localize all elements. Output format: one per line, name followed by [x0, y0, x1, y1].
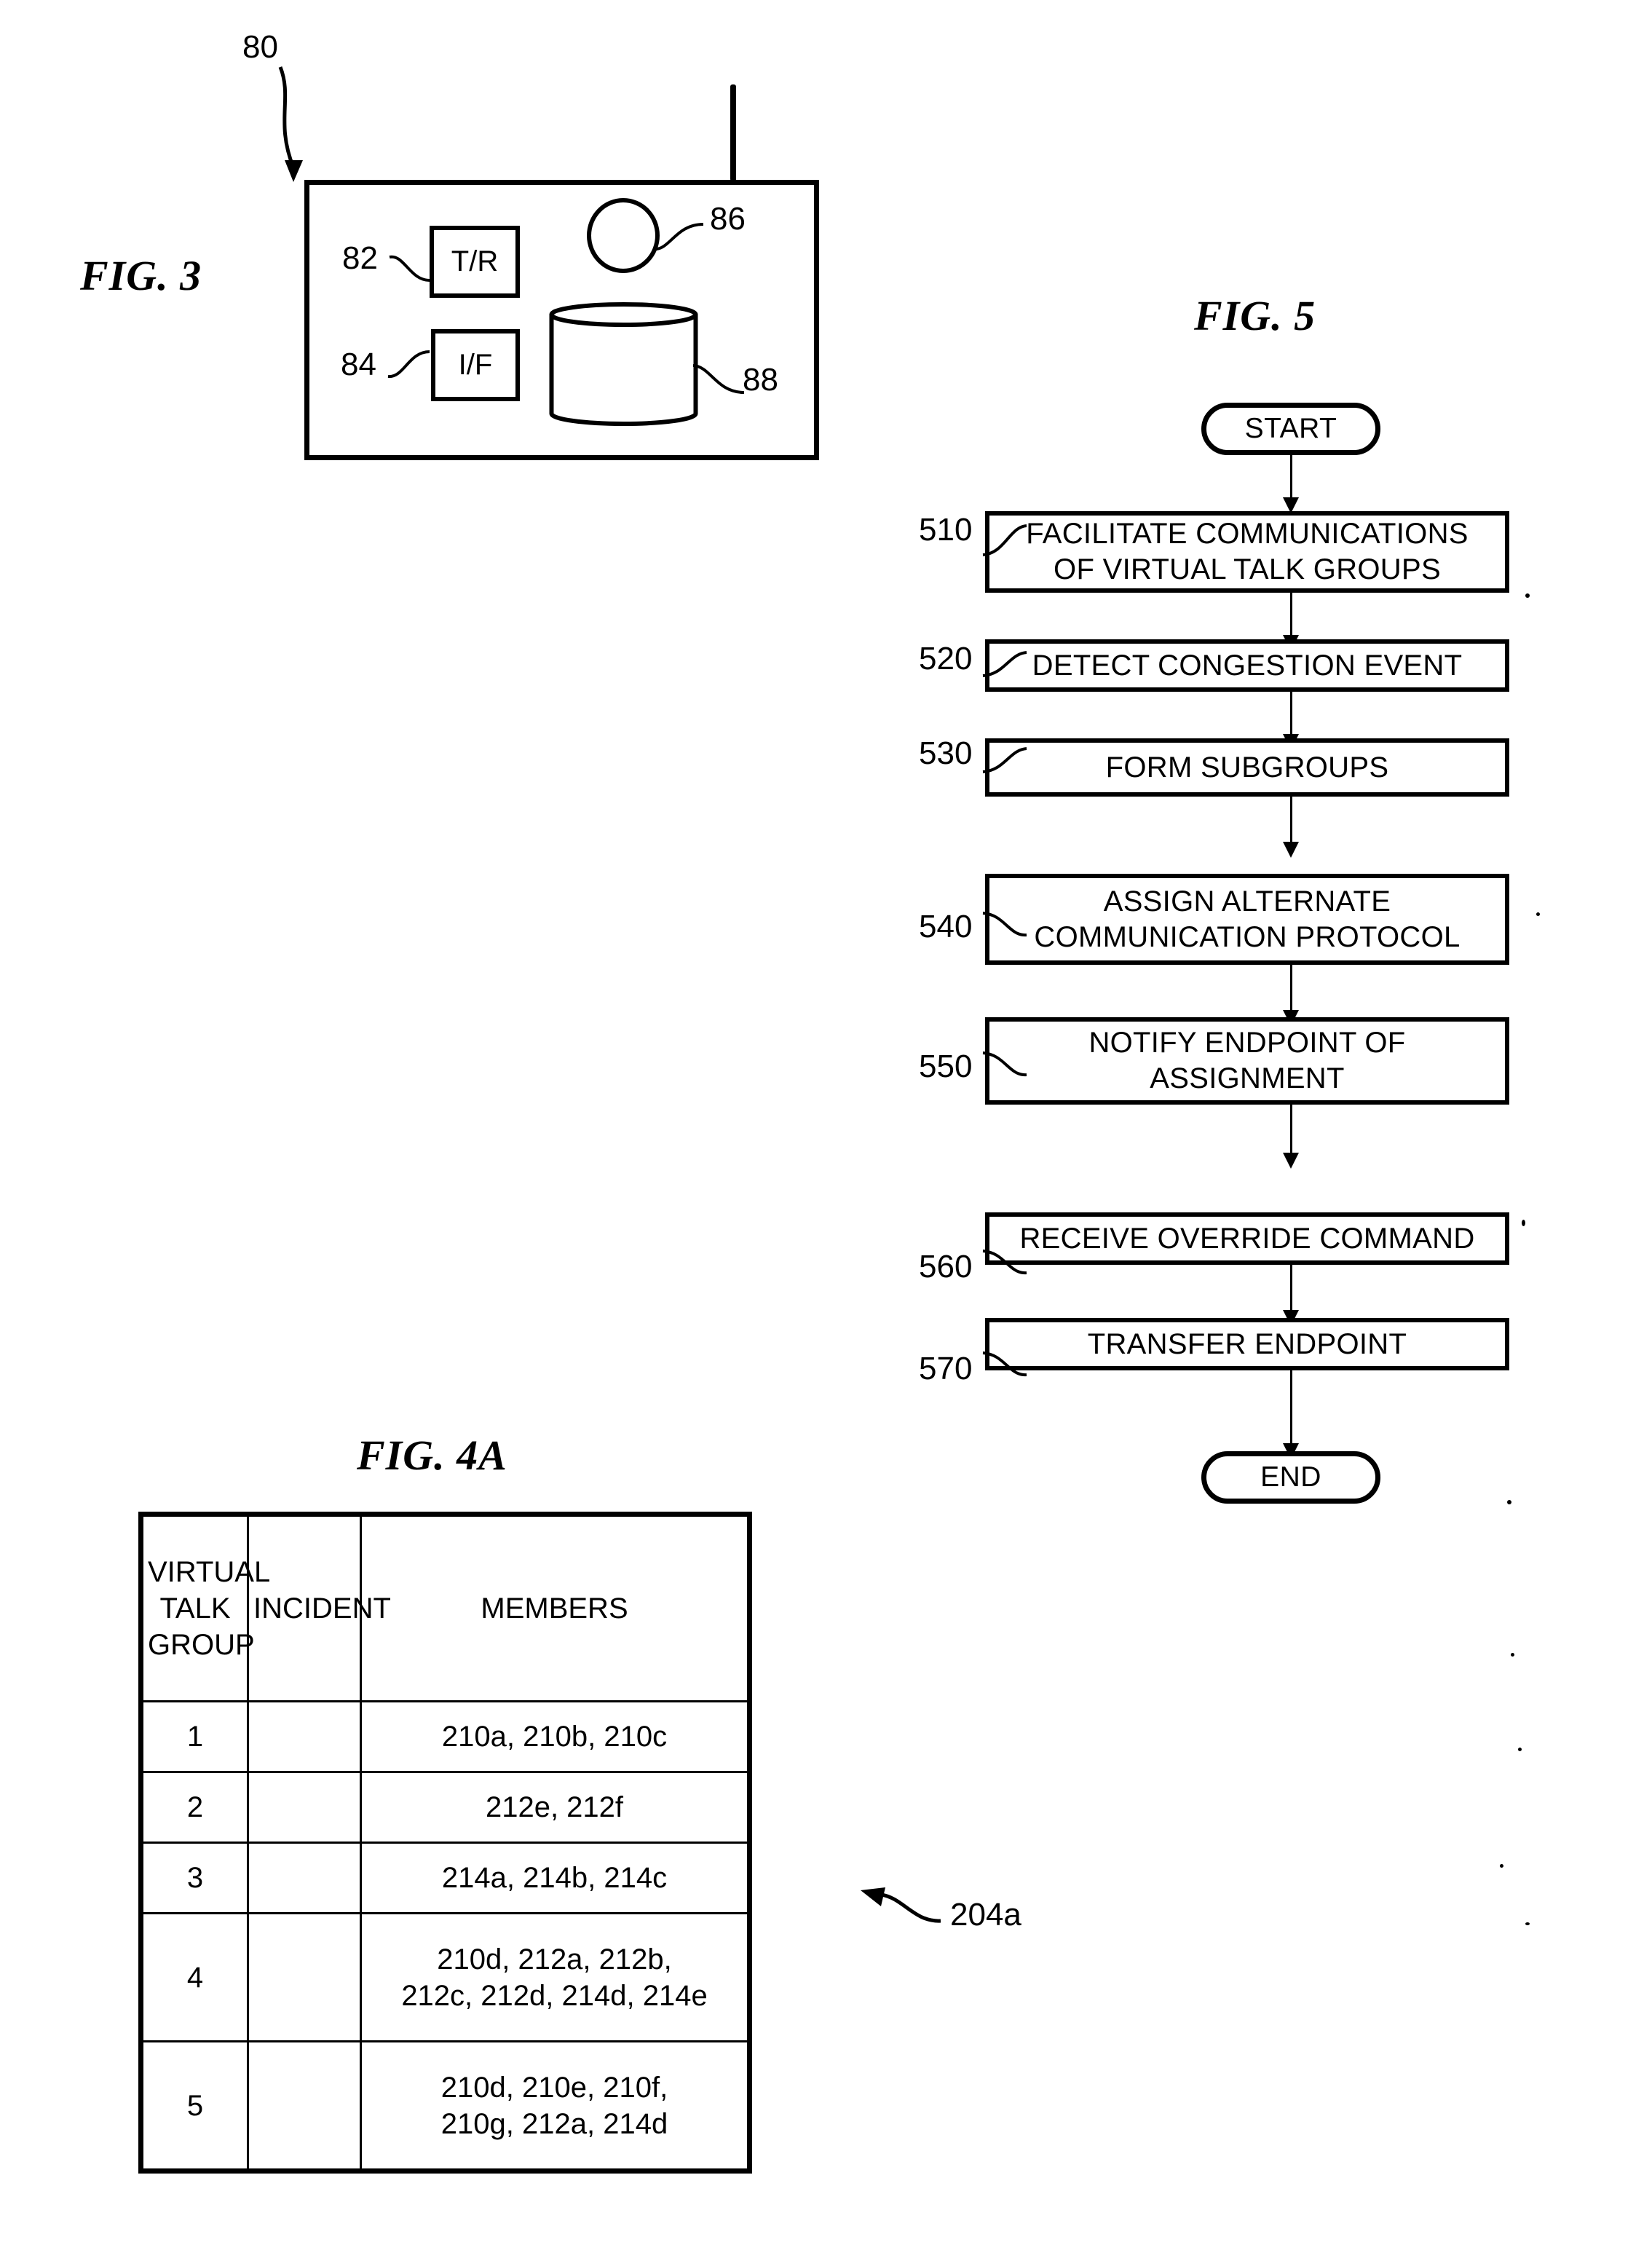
cell-members: 210d, 212a, 212b, 212c, 212d, 214d, 214e: [360, 1911, 747, 2043]
cell-group: 5: [143, 2040, 249, 2168]
patent-drawing-sheet: FIG. 3 80 T/R I/F 82 84 86 88 FIG. 5 STA…: [0, 0, 1652, 2250]
reference-numeral-204a: 204a: [950, 1897, 1021, 1933]
scan-speck: [1525, 1922, 1530, 1925]
flow-end-terminator: END: [1201, 1451, 1380, 1504]
flow-step-530: FORM SUBGROUPS: [985, 738, 1509, 797]
flow-step-550: NOTIFY ENDPOINT OF ASSIGNMENT: [985, 1017, 1509, 1105]
cell-incident: [247, 1700, 362, 1774]
interface-module-84: I/F: [431, 329, 520, 401]
leader-line-530: [982, 747, 1027, 773]
header-members: MEMBERS: [360, 1517, 747, 1703]
table-row: 4 210d, 212a, 212b, 212c, 212d, 214d, 21…: [143, 1911, 747, 2043]
cell-group: 4: [143, 1911, 249, 2043]
step-number-530: 530: [919, 735, 973, 771]
table-header-row: VIRTUAL TALK GROUP INCIDENT MEMBERS: [143, 1517, 747, 1703]
flow-step-510: FACILITATE COMMUNICATIONS OF VIRTUAL TAL…: [985, 511, 1509, 593]
fig5-title: FIG. 5: [1194, 292, 1316, 339]
header-incident: INCIDENT: [247, 1517, 391, 1703]
cell-incident: [247, 1771, 362, 1844]
cell-members: 210d, 210e, 210f, 210g, 212a, 214d: [360, 2040, 747, 2168]
flow-step-550-line1: NOTIFY ENDPOINT OF: [1088, 1027, 1406, 1059]
leader-line-570: [982, 1351, 1027, 1377]
flow-step-520-line1: DETECT CONGESTION EVENT: [1032, 649, 1463, 682]
cell-incident: [247, 1911, 362, 2043]
antenna-icon: [730, 84, 736, 181]
cell-group: 1: [143, 1700, 249, 1774]
cell-group: 3: [143, 1841, 249, 1914]
leader-line-560: [982, 1250, 1027, 1275]
flow-step-560: RECEIVE OVERRIDE COMMAND: [985, 1212, 1509, 1265]
processor-circle-86: [587, 198, 660, 273]
leader-line-86: [653, 223, 704, 251]
reference-numeral-84: 84: [341, 347, 376, 382]
scan-speck: [1518, 1748, 1522, 1751]
leader-line-82: [389, 255, 430, 282]
fig4a-title: FIG. 4A: [357, 1432, 507, 1479]
header-virtual-talk-group: VIRTUAL TALK GROUP: [143, 1517, 270, 1703]
cell-members: 210a, 210b, 210c: [360, 1700, 747, 1774]
cell-members: 214a, 214b, 214c: [360, 1841, 747, 1914]
leader-line-510: [982, 524, 1027, 556]
leader-line-520: [982, 651, 1027, 677]
cell-group: 2: [143, 1771, 249, 1844]
flow-step-560-line1: RECEIVE OVERRIDE COMMAND: [1019, 1222, 1475, 1255]
flow-step-510-line1: FACILITATE COMMUNICATIONS: [1026, 518, 1469, 550]
scan-speck: [1511, 1653, 1514, 1657]
step-number-510: 510: [919, 512, 973, 548]
fig3-title: FIG. 3: [80, 252, 202, 299]
reference-numeral-82: 82: [342, 240, 378, 276]
flow-step-540-line1: ASSIGN ALTERNATE: [1103, 885, 1391, 917]
table-row: 5 210d, 210e, 210f, 210g, 212a, 214d: [143, 2040, 747, 2168]
step-number-520: 520: [919, 641, 973, 676]
table-row: 2 212e, 212f: [143, 1771, 747, 1844]
scan-speck: [1507, 1500, 1511, 1504]
flow-step-570-line1: TRANSFER ENDPOINT: [1087, 1327, 1407, 1360]
step-number-560: 560: [919, 1249, 973, 1284]
leader-line-80: [278, 66, 303, 182]
reference-numeral-86: 86: [710, 201, 746, 237]
leader-line-204a: [861, 1887, 941, 1923]
flow-step-540: ASSIGN ALTERNATE COMMUNICATION PROTOCOL: [985, 874, 1509, 965]
scan-speck: [1536, 912, 1540, 916]
step-number-570: 570: [919, 1351, 973, 1386]
leader-line-550: [982, 1051, 1027, 1077]
flow-start-terminator: START: [1201, 403, 1380, 455]
leader-line-540: [982, 912, 1027, 937]
table-row: 1 210a, 210b, 210c: [143, 1700, 747, 1774]
cell-members: 212e, 212f: [360, 1771, 747, 1844]
virtual-talk-group-table: VIRTUAL TALK GROUP INCIDENT MEMBERS 1 21…: [138, 1512, 752, 2174]
flow-step-530-line1: FORM SUBGROUPS: [1105, 751, 1389, 783]
flow-step-570: TRANSFER ENDPOINT: [985, 1318, 1509, 1370]
flow-step-520: DETECT CONGESTION EVENT: [985, 639, 1509, 692]
cell-incident: [247, 1841, 362, 1914]
flow-step-540-line2: COMMUNICATION PROTOCOL: [1034, 920, 1461, 953]
step-number-550: 550: [919, 1049, 973, 1084]
flow-step-550-line2: ASSIGNMENT: [1150, 1062, 1345, 1094]
leader-line-84: [387, 350, 430, 378]
scan-speck: [1525, 593, 1530, 598]
transceiver-module-82: T/R: [430, 226, 520, 298]
leader-line-88: [692, 364, 745, 394]
flow-step-510-line2: OF VIRTUAL TALK GROUPS: [1054, 553, 1441, 585]
scan-speck: [1522, 1220, 1525, 1226]
table-row: 3 214a, 214b, 214c: [143, 1841, 747, 1914]
scan-speck: [1500, 1864, 1503, 1868]
step-number-540: 540: [919, 909, 973, 944]
cell-incident: [247, 2040, 362, 2168]
memory-cylinder-88: [549, 302, 698, 426]
